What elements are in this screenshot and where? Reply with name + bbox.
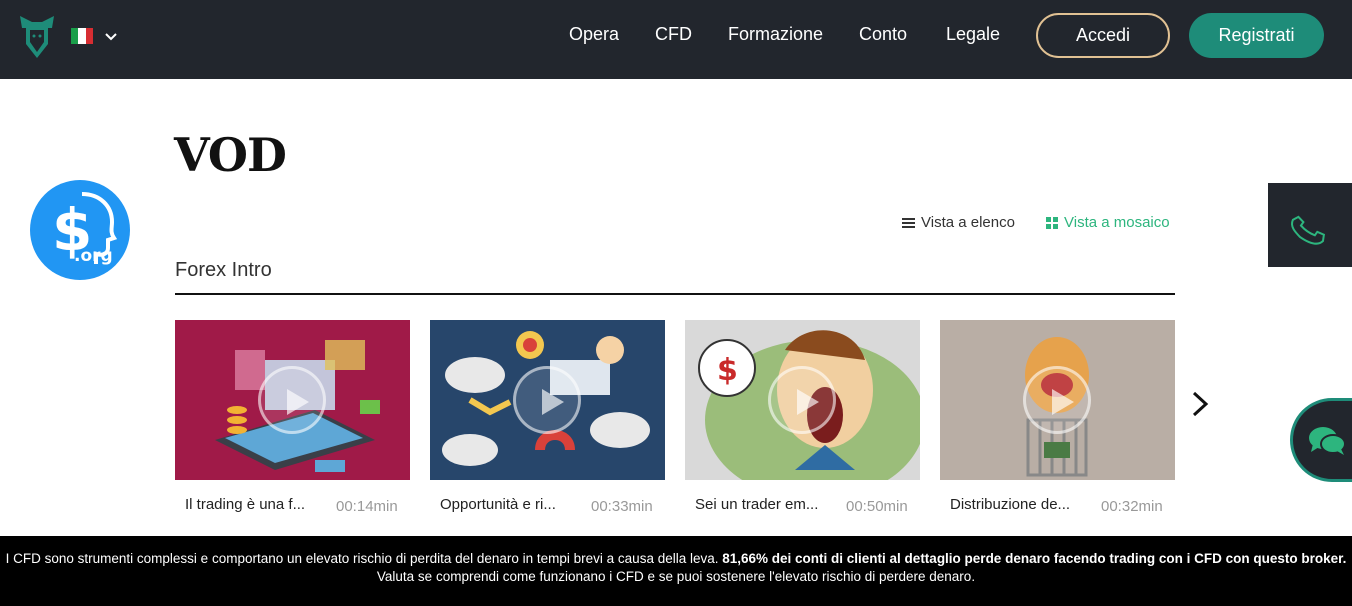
chat-icon bbox=[1309, 427, 1346, 455]
play-icon[interactable] bbox=[1023, 366, 1091, 434]
video-title[interactable]: Sei un trader em... bbox=[695, 496, 818, 513]
video-title[interactable]: Opportunità e ri... bbox=[440, 496, 556, 513]
video-title[interactable]: Distribuzione de... bbox=[950, 496, 1070, 513]
play-icon[interactable] bbox=[513, 366, 581, 434]
login-button[interactable]: Accedi bbox=[1036, 13, 1170, 58]
logo-org-text: .org bbox=[74, 246, 113, 266]
grid-view-toggle[interactable]: Vista a mosaico bbox=[1046, 214, 1170, 231]
chevron-down-icon[interactable] bbox=[103, 28, 119, 44]
flag-icon-italy[interactable] bbox=[71, 28, 93, 44]
grid-view-label: Vista a mosaico bbox=[1064, 214, 1170, 231]
video-thumbnail[interactable]: $ bbox=[685, 320, 920, 480]
video-duration: 00:32min bbox=[1101, 498, 1163, 515]
nav-cfd[interactable]: CFD bbox=[655, 24, 692, 45]
video-title[interactable]: Il trading è una f... bbox=[185, 496, 305, 513]
svg-text:$: $ bbox=[717, 353, 738, 388]
chat-widget[interactable] bbox=[1290, 398, 1352, 482]
video-duration: 00:33min bbox=[591, 498, 653, 515]
video-thumbnail[interactable] bbox=[175, 320, 410, 480]
disclaimer-bold-text: 81,66% dei conti di clienti al dettaglio… bbox=[722, 551, 1347, 566]
dollar-head-logo: $ .org bbox=[30, 180, 130, 280]
video-thumbnail[interactable] bbox=[940, 320, 1175, 480]
chevron-right-icon[interactable] bbox=[1188, 390, 1212, 418]
nav-opera[interactable]: Opera bbox=[569, 24, 619, 45]
video-thumbnail[interactable] bbox=[430, 320, 665, 480]
list-view-label: Vista a elenco bbox=[921, 214, 1015, 231]
bull-logo-icon[interactable] bbox=[18, 14, 56, 60]
page-title: VOD bbox=[174, 128, 287, 182]
grid-icon bbox=[1046, 216, 1058, 229]
risk-disclaimer: I CFD sono strumenti complessi e comport… bbox=[0, 536, 1352, 606]
play-icon[interactable] bbox=[768, 366, 836, 434]
section-divider bbox=[175, 293, 1175, 295]
phone-contact-tab[interactable] bbox=[1268, 183, 1352, 267]
top-header: Opera CFD Formazione Conto Legale Accedi… bbox=[0, 0, 1352, 79]
section-title: Forex Intro bbox=[175, 259, 272, 281]
register-button[interactable]: Registrati bbox=[1189, 13, 1324, 58]
video-duration: 00:50min bbox=[846, 498, 908, 515]
list-view-toggle[interactable]: Vista a elenco bbox=[902, 214, 1015, 231]
disclaimer-text: I CFD sono strumenti complessi e comport… bbox=[5, 551, 723, 566]
nav-formazione[interactable]: Formazione bbox=[728, 24, 823, 45]
list-icon bbox=[902, 217, 915, 228]
phone-icon bbox=[1291, 215, 1326, 245]
play-icon[interactable] bbox=[258, 366, 326, 434]
video-duration: 00:14min bbox=[336, 498, 398, 515]
disclaimer-text-end: Valuta se comprendi come funzionano i CF… bbox=[376, 569, 976, 584]
nav-legale[interactable]: Legale bbox=[946, 24, 1000, 45]
nav-conto[interactable]: Conto bbox=[859, 24, 907, 45]
